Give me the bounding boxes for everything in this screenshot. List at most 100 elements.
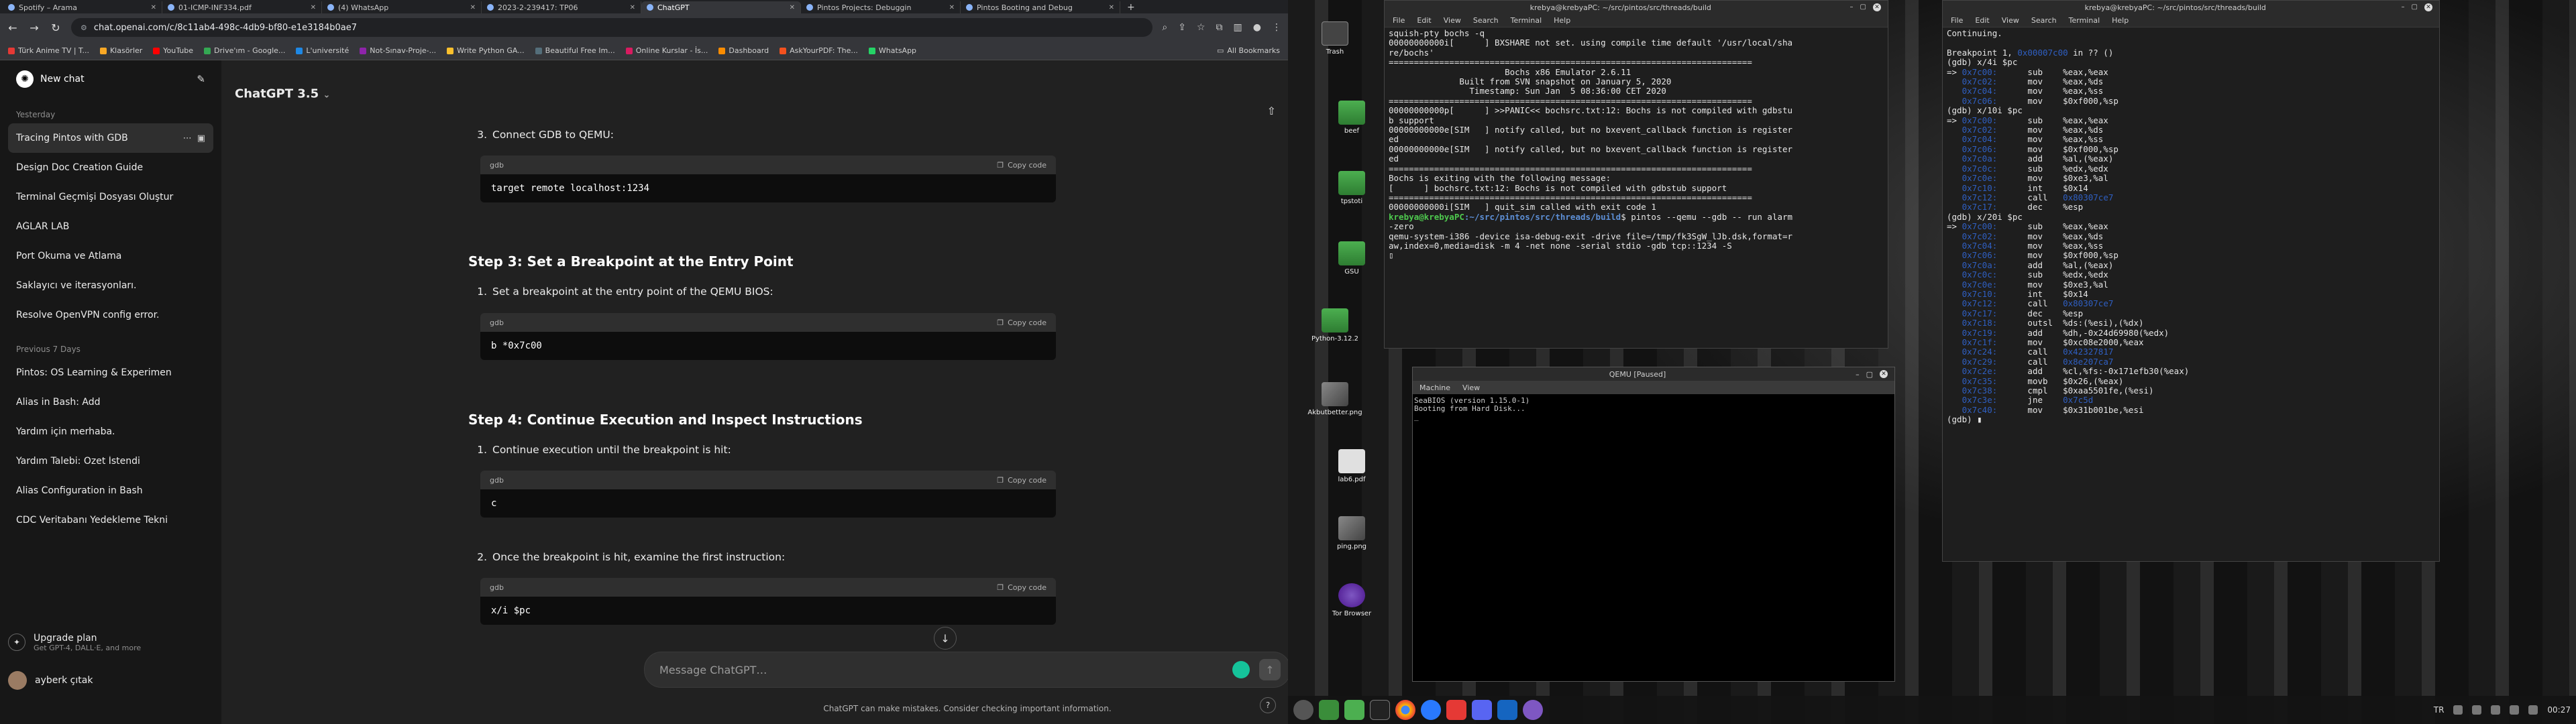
- clock[interactable]: 00:27: [2547, 705, 2571, 715]
- game-icon[interactable]: [1446, 700, 1466, 720]
- tor-icon[interactable]: [1523, 700, 1543, 720]
- bookmark-item[interactable]: AskYourPDF: The...: [780, 46, 858, 55]
- menu-item[interactable]: Edit: [1975, 16, 1989, 25]
- terminal-icon[interactable]: [1370, 700, 1390, 720]
- desktop-icon[interactable]: Python-3.12.2: [1305, 308, 1365, 343]
- chat-history-item[interactable]: Alias Configuration in Bash: [8, 476, 213, 505]
- send-button[interactable]: ↑: [1259, 659, 1281, 680]
- desktop-icon[interactable]: tpstoti: [1322, 171, 1382, 205]
- bookmark-item[interactable]: Klasörler: [99, 46, 142, 55]
- scroll-to-bottom-button[interactable]: ↓: [934, 627, 957, 650]
- archive-icon[interactable]: ▣: [197, 133, 205, 143]
- all-bookmarks-button[interactable]: ▭ All Bookmarks: [1217, 46, 1280, 55]
- discord-tray-icon[interactable]: [2472, 705, 2482, 715]
- desktop-icon[interactable]: GSU: [1322, 241, 1382, 276]
- tab-close-icon[interactable]: ✕: [311, 4, 316, 11]
- desktop-icon[interactable]: ping.png: [1322, 516, 1382, 550]
- bookmark-item[interactable]: L'université: [296, 46, 349, 55]
- files-icon[interactable]: [1319, 700, 1339, 720]
- qemu-screen[interactable]: SeaBIOS (version 1.15.0-1) Booting from …: [1413, 394, 1894, 424]
- keyboard-layout[interactable]: TR: [2434, 705, 2445, 715]
- compose-icon[interactable]: ✎: [197, 73, 205, 85]
- desktop-icon[interactable]: Tor Browser: [1322, 583, 1382, 617]
- menu-item[interactable]: Terminal: [1511, 16, 1542, 25]
- battery-icon[interactable]: [2528, 705, 2538, 715]
- chat-history-item[interactable]: Alias in Bash: Add: [8, 387, 213, 417]
- menu-item[interactable]: Search: [2031, 16, 2057, 25]
- model-selector[interactable]: ChatGPT 3.5 ⌄: [235, 87, 330, 101]
- sidepanel-icon[interactable]: ▥: [1234, 22, 1242, 33]
- desktop-icon[interactable]: Trash: [1305, 21, 1365, 56]
- site-info-icon[interactable]: ⚙: [80, 23, 87, 32]
- menu-item[interactable]: Search: [1473, 16, 1499, 25]
- reload-icon[interactable]: ↻: [50, 21, 62, 34]
- menu-item[interactable]: Terminal: [2069, 16, 2100, 25]
- menu-item[interactable]: File: [1951, 16, 1963, 25]
- profile-icon[interactable]: ●: [1253, 22, 1261, 33]
- forward-icon[interactable]: →: [28, 21, 40, 34]
- tab-close-icon[interactable]: ✕: [630, 4, 635, 11]
- browser-tab[interactable]: ChatGPT ✕: [641, 1, 801, 13]
- new-chat-button[interactable]: ✺ New chat ✎: [8, 60, 213, 98]
- browser-menu-icon[interactable]: ⋮: [1272, 22, 1281, 33]
- maximize-icon[interactable]: ▢: [1860, 3, 1866, 11]
- discord-icon[interactable]: [1472, 700, 1492, 720]
- desktop-icon[interactable]: lab6.pdf: [1322, 449, 1382, 483]
- maximize-icon[interactable]: ▢: [2412, 3, 2418, 11]
- menu-item[interactable]: File: [1393, 16, 1405, 25]
- tab-close-icon[interactable]: ✕: [151, 4, 156, 11]
- close-icon[interactable]: ✕: [2424, 3, 2432, 11]
- menu-item[interactable]: Machine: [1419, 383, 1450, 392]
- copy-code-button[interactable]: ❐ Copy code: [997, 583, 1046, 592]
- back-icon[interactable]: ←: [7, 21, 19, 34]
- help-button[interactable]: ?: [1260, 697, 1276, 713]
- chat-history-item[interactable]: Yardım Talebi: Özet İstendi: [8, 446, 213, 476]
- bookmark-item[interactable]: WhatsApp: [868, 46, 916, 55]
- chat-history-item[interactable]: Port Okuma ve Atlama: [8, 241, 213, 271]
- zoom-icon[interactable]: ⌕: [1162, 22, 1167, 33]
- bookmark-item[interactable]: Dashboard: [718, 46, 769, 55]
- browser-tab[interactable]: 2023-2-239417: TP06 ✕: [482, 1, 641, 13]
- url-field[interactable]: ⚙ chat.openai.com/c/8c11ab4-498c-4db9-bf…: [71, 18, 1153, 37]
- volume-icon[interactable]: [2510, 705, 2520, 715]
- chrome-icon[interactable]: [1395, 700, 1415, 720]
- close-icon[interactable]: ✕: [1873, 3, 1881, 11]
- bookmark-item[interactable]: Drive'ım - Google...: [204, 46, 285, 55]
- menu-item[interactable]: Help: [1554, 16, 1570, 25]
- bookmark-item[interactable]: Write Python GA...: [447, 46, 525, 55]
- bookmark-star-icon[interactable]: ☆: [1197, 22, 1205, 33]
- maximize-icon[interactable]: ▢: [1866, 370, 1873, 379]
- folder-icon[interactable]: [1344, 700, 1364, 720]
- upgrade-plan-button[interactable]: ✦ Upgrade plan Get GPT-4, DALL·E, and mo…: [0, 623, 205, 661]
- tab-close-icon[interactable]: ✕: [1109, 4, 1114, 11]
- grammarly-icon[interactable]: [1232, 661, 1250, 678]
- share-icon[interactable]: ⇧: [1267, 105, 1276, 117]
- network-icon[interactable]: [2491, 705, 2501, 715]
- minimize-icon[interactable]: –: [1850, 3, 1854, 11]
- new-tab-button[interactable]: +: [1120, 1, 1142, 13]
- chat-history-item[interactable]: Resolve OpenVPN config error.: [8, 300, 213, 330]
- browser-tab[interactable]: Pintos Projects: Debuggin ✕: [801, 1, 961, 13]
- tray-icon[interactable]: [2453, 705, 2463, 715]
- chat-history-item[interactable]: AĞLAR LAB: [8, 212, 213, 241]
- bookmark-item[interactable]: Türk Anime TV | T...: [8, 46, 89, 55]
- menu-item[interactable]: Edit: [1417, 16, 1431, 25]
- menu-item[interactable]: View: [2002, 16, 2019, 25]
- browser-tab[interactable]: Spotify – Arama ✕: [3, 1, 162, 13]
- close-icon[interactable]: ✕: [1880, 369, 1888, 378]
- message-input[interactable]: [659, 663, 1232, 676]
- menu-item[interactable]: Help: [2112, 16, 2129, 25]
- browser-icon[interactable]: [1421, 700, 1441, 720]
- minimize-icon[interactable]: –: [1856, 370, 1860, 379]
- browser-tab[interactable]: 01-ICMP-INF334.pdf ✕: [162, 1, 322, 13]
- chat-history-item[interactable]: Tracing Pintos with GDB ⋯ ▣: [8, 123, 213, 153]
- chat-history-item[interactable]: Yardım için merhaba.: [8, 417, 213, 446]
- bookmark-item[interactable]: YouTube: [153, 46, 193, 55]
- chat-history-item[interactable]: Design Doc Creation Guide: [8, 153, 213, 182]
- tab-close-icon[interactable]: ✕: [790, 4, 795, 11]
- menu-item[interactable]: View: [1462, 383, 1480, 392]
- chat-history-item[interactable]: Pintos: OS Learning & Experimen: [8, 358, 213, 387]
- desktop-icon[interactable]: Akbutbetter.png: [1305, 382, 1365, 416]
- tab-close-icon[interactable]: ✕: [949, 4, 955, 11]
- extensions-icon[interactable]: ⧉: [1216, 22, 1223, 33]
